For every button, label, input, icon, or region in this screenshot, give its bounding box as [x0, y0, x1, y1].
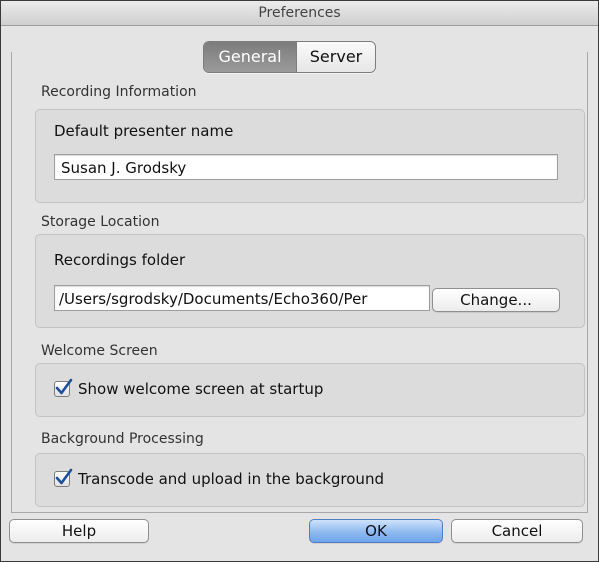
tab-server[interactable]: Server: [296, 42, 375, 72]
cancel-button[interactable]: Cancel: [451, 519, 583, 543]
storage-location-group: Recordings folder /Users/sgrodsky/Docume…: [35, 234, 585, 328]
presenter-name-label: Default presenter name: [54, 122, 234, 140]
background-processing-label: Background Processing: [41, 431, 204, 447]
welcome-screen-label: Welcome Screen: [41, 343, 158, 359]
welcome-screen-checkbox[interactable]: [54, 378, 73, 397]
checkmark-icon: [55, 378, 73, 395]
tab-general[interactable]: General: [204, 42, 296, 72]
background-processing-checkbox[interactable]: [54, 468, 73, 487]
background-processing-checkbox-label: Transcode and upload in the background: [78, 470, 384, 488]
window-title: Preferences: [1, 1, 598, 26]
storage-location-label: Storage Location: [41, 214, 160, 230]
recordings-folder-field[interactable]: /Users/sgrodsky/Documents/Echo360/Per: [54, 285, 430, 311]
welcome-screen-option[interactable]: Show welcome screen at startup: [54, 378, 324, 398]
checkmark-icon: [55, 468, 73, 485]
presenter-name-field[interactable]: Susan J. Grodsky: [54, 154, 558, 180]
background-processing-option[interactable]: Transcode and upload in the background: [54, 468, 384, 488]
ok-button[interactable]: OK: [309, 519, 443, 543]
recording-information-label: Recording Information: [41, 84, 197, 100]
welcome-screen-group: Show welcome screen at startup: [35, 363, 585, 417]
welcome-screen-checkbox-label: Show welcome screen at startup: [78, 380, 324, 398]
help-button[interactable]: Help: [9, 519, 149, 543]
recordings-folder-label: Recordings folder: [54, 251, 186, 269]
change-folder-button[interactable]: Change...: [432, 288, 560, 312]
tab-bar: General Server: [203, 41, 376, 73]
background-processing-group: Transcode and upload in the background: [35, 453, 585, 507]
recording-information-group: Default presenter name Susan J. Grodsky: [35, 109, 585, 203]
preferences-window: Preferences General Server Recording Inf…: [0, 0, 599, 562]
